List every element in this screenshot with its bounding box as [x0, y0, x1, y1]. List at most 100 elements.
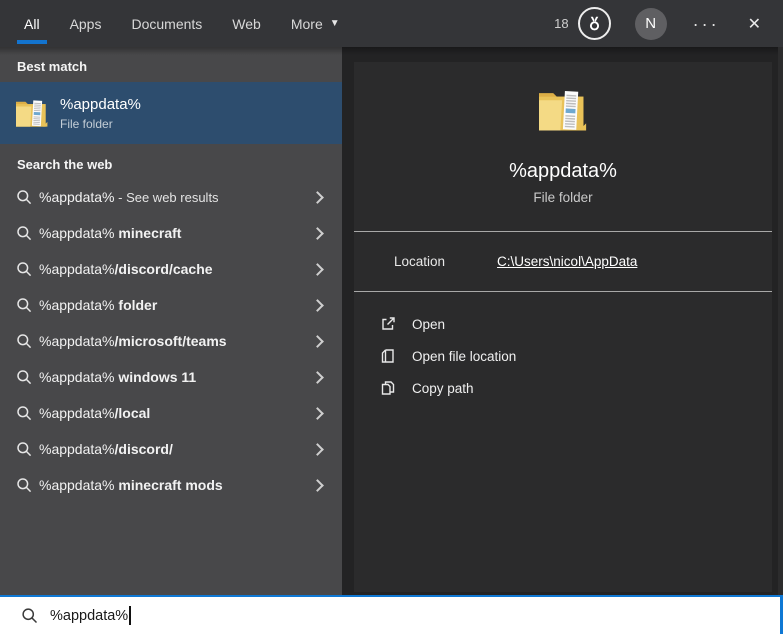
suggestion-completion: minecraft mods	[114, 477, 223, 493]
tab-all[interactable]: All	[17, 0, 46, 47]
tab-documents-label: Documents	[131, 15, 203, 32]
action-label: Open	[412, 316, 446, 332]
suggestion-query: %appdata%	[39, 441, 115, 457]
open-icon	[382, 317, 395, 330]
suggestion-row[interactable]: %appdata% - See web results	[0, 179, 342, 215]
suggestion-row[interactable]: %appdata% minecraft	[0, 215, 342, 251]
suggestion-completion: - See web results	[114, 190, 219, 205]
tab-apps-label: Apps	[69, 15, 102, 32]
more-options-button[interactable]: ···	[693, 15, 720, 33]
suggestion-text: %appdata% minecraft	[39, 225, 313, 241]
action-open-file-location[interactable]: Open file location	[380, 340, 772, 372]
suggestion-row[interactable]: %appdata%/discord/	[0, 431, 342, 467]
tab-more[interactable]: More ▼	[291, 0, 340, 47]
action-list: Open Open file location Copy path	[354, 292, 772, 404]
windows-search-flyout: All Apps Documents Web More ▼ 18 N ··· ✕…	[0, 0, 783, 634]
location-row: Location C:\Users\nicol\AppData	[354, 232, 772, 291]
suggestion-query: %appdata%	[39, 261, 115, 277]
suggestion-row[interactable]: %appdata%/discord/cache	[0, 251, 342, 287]
folder-icon	[16, 100, 48, 127]
location-path-link[interactable]: C:\Users\nicol\AppData	[497, 254, 637, 269]
best-match-result[interactable]: %appdata% File folder	[0, 82, 342, 144]
chevron-right-icon[interactable]	[311, 298, 324, 312]
open-file-location-icon	[381, 349, 394, 363]
suggestion-row[interactable]: %appdata% windows 11	[0, 359, 342, 395]
suggestion-text: %appdata%/discord/	[39, 441, 313, 457]
search-icon	[17, 334, 32, 349]
tab-bar-right-cluster: 18 N ··· ✕	[554, 7, 783, 40]
avatar-initial: N	[645, 15, 657, 32]
tab-web-label: Web	[232, 15, 261, 32]
suggestion-completion: /microsoft/teams	[114, 333, 227, 349]
search-the-web-header: Search the web	[17, 157, 113, 172]
search-icon	[17, 298, 32, 313]
suggestion-row[interactable]: %appdata% minecraft mods	[0, 467, 342, 503]
search-icon	[17, 262, 32, 277]
suggestion-query: %appdata%	[39, 225, 115, 241]
results-panel: Best match %appdata% File folder Search …	[0, 47, 342, 595]
suggestion-text: %appdata% windows 11	[39, 369, 313, 385]
user-avatar[interactable]: N	[634, 7, 667, 40]
chevron-right-icon[interactable]	[311, 478, 324, 492]
tab-all-label: All	[24, 15, 40, 32]
web-suggestion-list: %appdata% - See web results %appdata% mi…	[0, 179, 342, 503]
suggestion-completion: /discord/cache	[114, 261, 213, 277]
tab-documents[interactable]: Documents	[131, 0, 202, 47]
rewards-trophy-button[interactable]	[577, 7, 611, 40]
suggestion-completion: /discord/	[114, 441, 173, 457]
search-icon	[17, 370, 32, 385]
suggestion-query: %appdata%	[39, 477, 115, 493]
suggestion-completion: windows 11	[114, 369, 197, 385]
search-icon	[17, 406, 32, 421]
suggestion-query: %appdata%	[39, 369, 115, 385]
scrollbar[interactable]	[778, 47, 783, 595]
suggestion-completion: /local	[114, 405, 151, 421]
tab-bar: All Apps Documents Web More ▼ 18 N ··· ✕	[0, 0, 783, 47]
chevron-right-icon[interactable]	[311, 442, 324, 456]
action-copy-path[interactable]: Copy path	[380, 372, 772, 404]
chevron-right-icon[interactable]	[311, 406, 324, 420]
tab-more-label: More	[290, 15, 323, 32]
suggestion-text: %appdata% minecraft mods	[39, 477, 313, 493]
suggestion-row[interactable]: %appdata%/microsoft/teams	[0, 323, 342, 359]
tab-apps[interactable]: Apps	[70, 0, 102, 47]
suggestion-query: %appdata%	[39, 297, 115, 313]
best-match-subtitle: File folder	[60, 116, 113, 131]
suggestion-text: %appdata% folder	[39, 297, 313, 313]
trophy-icon	[589, 16, 599, 31]
search-icon	[22, 608, 38, 624]
preview-title: %appdata%	[509, 160, 617, 182]
preview-panel: %appdata% File folder Location C:\Users\…	[342, 47, 783, 595]
suggestion-text: %appdata%/microsoft/teams	[39, 333, 313, 349]
suggestion-text: %appdata% - See web results	[39, 189, 313, 205]
chevron-right-icon[interactable]	[311, 226, 324, 240]
chevron-right-icon[interactable]	[311, 334, 324, 348]
suggestion-text: %appdata%/local	[39, 405, 313, 421]
tab-list: All Apps Documents Web More ▼	[0, 0, 340, 47]
action-label: Copy path	[412, 380, 474, 396]
search-icon	[17, 478, 32, 493]
chevron-right-icon[interactable]	[311, 262, 324, 276]
tab-web[interactable]: Web	[232, 0, 261, 47]
action-open[interactable]: Open	[380, 308, 772, 340]
suggestion-text: %appdata%/discord/cache	[39, 261, 313, 277]
suggestion-completion: folder	[114, 297, 158, 313]
best-match-text: %appdata% File folder	[60, 96, 141, 131]
suggestion-row[interactable]: %appdata%/local	[0, 395, 342, 431]
preview-subtitle: File folder	[533, 190, 593, 205]
action-label: Open file location	[412, 348, 517, 364]
folder-icon	[539, 91, 587, 131]
close-icon[interactable]: ✕	[748, 14, 761, 34]
location-label: Location	[394, 254, 446, 269]
search-icon	[17, 190, 32, 205]
suggestion-completion: minecraft	[114, 225, 182, 241]
copy-path-icon	[381, 381, 395, 395]
search-query-text: %appdata%	[50, 607, 129, 624]
chevron-right-icon[interactable]	[311, 190, 324, 204]
preview-card: %appdata% File folder Location C:\Users\…	[354, 62, 772, 592]
search-input[interactable]: %appdata%	[0, 595, 783, 634]
search-icon	[17, 226, 32, 241]
suggestion-row[interactable]: %appdata% folder	[0, 287, 342, 323]
chevron-down-icon: ▼	[329, 18, 340, 29]
chevron-right-icon[interactable]	[311, 370, 324, 384]
